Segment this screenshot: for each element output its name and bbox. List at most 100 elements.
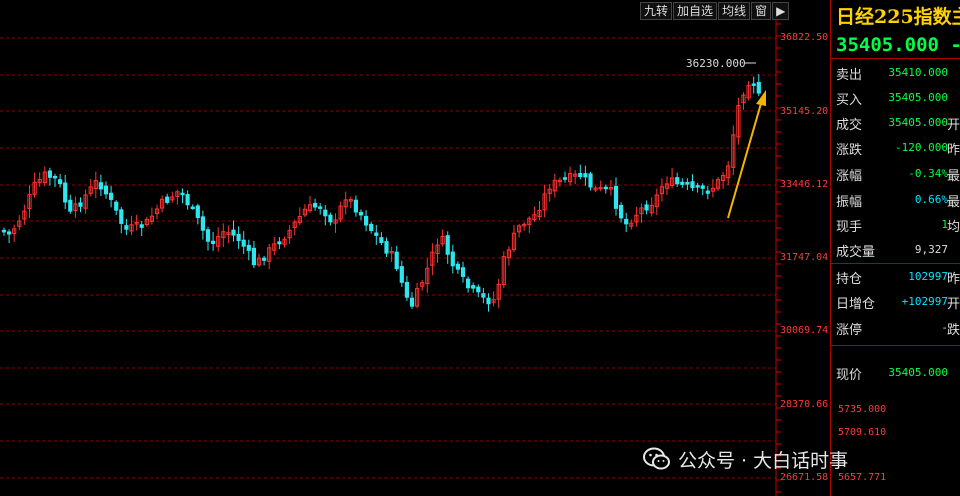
candle-body [190,206,195,210]
divider [831,345,960,346]
candle-body [404,281,409,298]
y-axis-label: 33446.12 [780,179,829,190]
expand-arrow-icon[interactable]: ▶ [772,2,790,20]
candle-body [613,185,619,209]
candle-body [399,266,404,283]
mini-axis-label: 5709.610 [838,427,887,438]
candle-body [685,181,690,185]
candle-body [313,202,318,208]
quote-row-suffix: 最 [946,195,960,210]
quote-row-label: 涨跌 [836,143,863,158]
quote-row: 涨幅 -0.34% 最 [836,162,960,184]
watermark: 公众号 · 大白话时事 [642,444,848,474]
quote-row-label: 卖出 [836,68,863,83]
candle-body [583,173,588,178]
nine-turn-button[interactable]: 九转 [640,2,673,20]
candle-body [236,233,241,242]
quote-row: 买入 35405.000 [836,86,960,108]
y-axis-label: 36822.50 [780,32,829,43]
candle-body [644,204,649,211]
moving-average-button[interactable]: 均线 [718,2,751,20]
candle-body [562,177,568,180]
quote-row: 持仓 102997 昨 [836,265,960,287]
candle-body [195,205,200,219]
candle-body [328,214,333,223]
candle-body [205,229,211,242]
candle-body [262,257,267,261]
candle-body [241,239,246,247]
candle-body [211,240,216,244]
quote-row: 振幅 0.66% 最 [836,188,960,210]
quote-row-label: 现手 [836,220,863,235]
candle-body [675,177,680,185]
candle-body [47,170,52,178]
candle-body [409,297,415,307]
quote-row-value: 35410.000 [888,66,948,79]
quote-row: 卖出 35410.000 [836,61,960,83]
chart-toolbar: 九转 加自选 均线 窗 ▶ [640,2,790,20]
quote-row: 成交量 9,327 [836,238,960,260]
candle-body [756,81,761,94]
candle-body [78,202,83,207]
quote-row-suffix: 均 [946,220,960,235]
quote-row-value: -120.000 [895,141,948,154]
candle-body [139,224,144,228]
candle-body [114,201,119,211]
quote-row-suffix: 开 [946,118,960,133]
candle-body [277,241,282,245]
candle-body [180,192,185,196]
quote-row-suffix: 开 [946,297,960,312]
candle-body [124,225,129,230]
quote-row-value: 0.66% [914,193,948,206]
candle-body [619,204,624,219]
mini-axis-label: 5735.000 [838,404,887,415]
wechat-icon [643,447,670,470]
window-button[interactable]: 窗 [751,2,772,20]
y-axis-label: 28370.66 [780,399,829,410]
kline-chart[interactable] [0,0,781,496]
candle-body [588,173,593,188]
candle-body [231,229,236,236]
candle-body [369,223,374,231]
candle-body [481,293,486,298]
candle-body [460,267,466,277]
quote-row-label: 涨幅 [836,169,863,184]
divider [831,263,960,264]
quote-row-value: 9,327 [914,243,948,256]
candle-body [200,216,206,231]
candle-body [578,172,583,178]
quote-row-label: 买入 [836,93,863,108]
candle-body [486,297,491,305]
candle-body [384,241,389,254]
candle-body [690,181,695,189]
quote-row-label: 振幅 [836,195,863,210]
candle-body [52,175,58,179]
candle-body [109,192,114,200]
candlestick-svg [0,20,781,496]
quote-row-value: +102997 [901,295,948,308]
candle-body [358,211,364,216]
current-price-value: 35405.000 [888,366,948,379]
candle-body [98,182,104,190]
quote-row-value: 102997 [908,270,948,283]
candle-body [58,179,63,185]
candle-body [323,209,328,217]
quote-row-suffix: 跌 [946,323,960,338]
last-price: 35405.000 - [836,34,960,56]
divider [831,58,960,59]
candle-body [450,251,455,267]
candle-body [165,196,170,203]
quote-row-value: 35405.000 [888,116,948,129]
quote-row-value: 35405.000 [888,91,948,104]
candle-body [476,286,481,293]
candle-body [445,235,450,255]
quote-row-label: 成交量 [836,245,876,260]
y-axis-label: 31747.04 [780,252,829,263]
candle-body [68,199,73,212]
candle-body [318,206,323,209]
candle-body [1,229,7,233]
add-watchlist-button[interactable]: 加自选 [673,2,718,20]
candle-body [364,215,369,226]
candle-body [700,185,705,189]
quote-row-suffix: 昨 [946,143,960,158]
